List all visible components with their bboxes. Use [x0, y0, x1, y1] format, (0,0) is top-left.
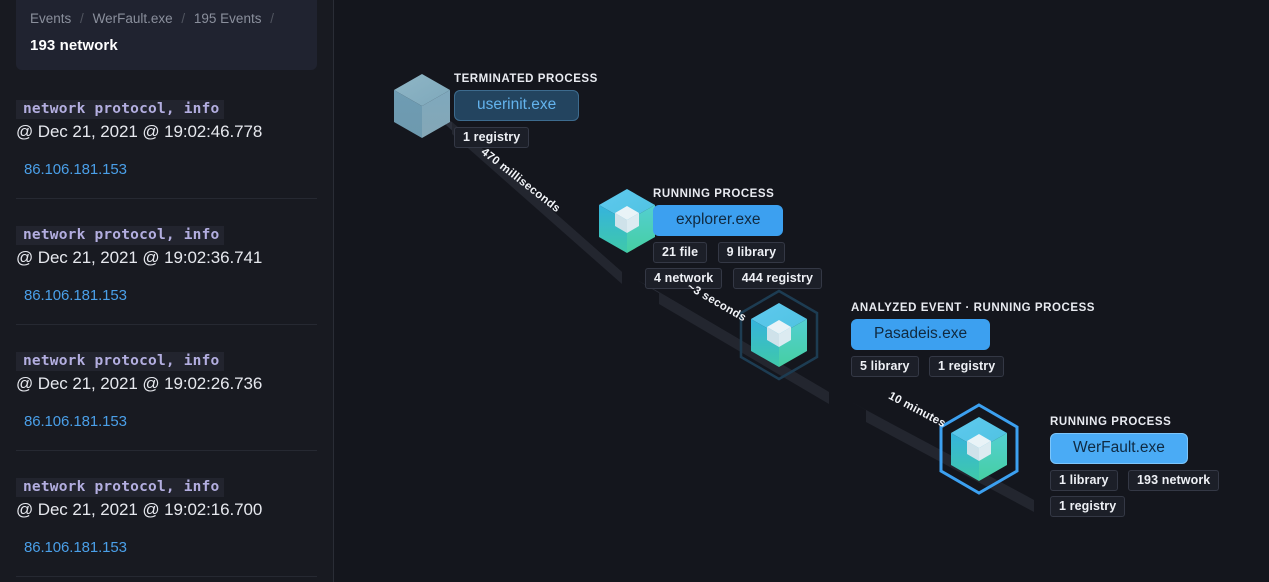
breadcrumb-item-events[interactable]: Events — [30, 11, 71, 26]
node-kind-label: RUNNING PROCESS — [1050, 416, 1172, 428]
node-name-badge[interactable]: explorer.exe — [653, 205, 784, 236]
node-werfault[interactable]: RUNNING PROCESS WerFault.exe 1 library 1… — [1050, 416, 1220, 517]
node-pasadeis[interactable]: ANALYZED EVENT · RUNNING PROCESS Pasadei… — [851, 302, 1095, 377]
list-item[interactable]: network protocol, info @ Dec 21, 2021 @ … — [16, 325, 317, 451]
node-pill[interactable]: 1 registry — [929, 356, 1005, 377]
node-name-badge[interactable]: WerFault.exe — [1050, 433, 1188, 464]
node-userinit[interactable]: TERMINATED PROCESS userinit.exe 1 regist… — [454, 73, 598, 148]
node-kind-label: RUNNING PROCESS — [653, 188, 775, 200]
process-analyzer-screen: Events / WerFault.exe / 195 Events / 193… — [0, 0, 1269, 582]
node-pill[interactable]: 1 registry — [1050, 496, 1126, 517]
breadcrumb-item-process[interactable]: WerFault.exe — [93, 11, 173, 26]
node-pill[interactable]: 1 library — [1050, 470, 1118, 491]
node-pill[interactable]: 9 library — [717, 242, 786, 263]
breadcrumb-separator: / — [181, 11, 186, 26]
event-kind-badge: network protocol, info — [16, 352, 225, 371]
list-item[interactable]: network protocol, info @ Dec 21, 2021 @ … — [16, 451, 317, 577]
node-pill-row: 5 library 1 registry — [851, 356, 1095, 377]
node-cube-explorer[interactable] — [599, 189, 655, 253]
breadcrumb-separator: / — [270, 11, 274, 26]
node-pill-row: 21 file 9 library — [653, 242, 822, 263]
event-ip-link[interactable]: 86.106.181.153 — [24, 161, 317, 178]
list-item[interactable]: network protocol, info @ Dec 21, 2021 @ … — [16, 199, 317, 325]
events-sidebar: Events / WerFault.exe / 195 Events / 193… — [0, 0, 334, 582]
node-pill[interactable]: 21 file — [653, 242, 708, 263]
node-pill[interactable]: 444 registry — [732, 268, 823, 289]
event-timestamp: @ Dec 21, 2021 @ 19:02:46.778 — [16, 122, 263, 141]
event-kind-badge: network protocol, info — [16, 226, 225, 245]
node-pill-row: 1 registry — [1050, 496, 1219, 517]
node-pill[interactable]: 193 network — [1128, 470, 1220, 491]
events-list: network protocol, info @ Dec 21, 2021 @ … — [0, 70, 333, 577]
node-pill-row: 4 network 444 registry — [645, 268, 823, 289]
breadcrumb-separator: / — [80, 11, 84, 26]
event-timestamp: @ Dec 21, 2021 @ 19:02:26.736 — [16, 374, 263, 393]
page-title: 193 network — [30, 37, 118, 54]
node-name-badge[interactable]: userinit.exe — [454, 90, 580, 121]
node-pill-row: 1 registry — [454, 127, 598, 148]
node-kind-label: TERMINATED PROCESS — [454, 73, 598, 85]
node-kind-label: ANALYZED EVENT · RUNNING PROCESS — [851, 302, 1096, 314]
node-pill[interactable]: 5 library — [851, 356, 919, 377]
node-cube-userinit[interactable] — [394, 74, 450, 138]
list-item[interactable]: network protocol, info @ Dec 21, 2021 @ … — [16, 70, 317, 199]
node-pill[interactable]: 4 network — [645, 268, 723, 289]
node-pill-row: 1 library 193 network — [1050, 470, 1220, 491]
breadcrumb-item-events-count[interactable]: 195 Events — [194, 11, 262, 26]
node-explorer[interactable]: RUNNING PROCESS explorer.exe 21 file 9 l… — [645, 188, 823, 289]
process-tree-graph[interactable]: TERMINATED PROCESS userinit.exe 1 regist… — [334, 0, 1269, 582]
node-name-badge[interactable]: Pasadeis.exe — [851, 319, 991, 350]
breadcrumb: Events / WerFault.exe / 195 Events / — [30, 10, 303, 28]
event-timestamp: @ Dec 21, 2021 @ 19:02:16.700 — [16, 500, 263, 519]
event-kind-badge: network protocol, info — [16, 478, 225, 497]
event-kind-badge: network protocol, info — [16, 100, 225, 119]
event-timestamp: @ Dec 21, 2021 @ 19:02:36.741 — [16, 248, 263, 267]
node-pill[interactable]: 1 registry — [454, 127, 530, 148]
event-ip-link[interactable]: 86.106.181.153 — [24, 287, 317, 304]
event-ip-link[interactable]: 86.106.181.153 — [24, 413, 317, 430]
sidebar-header-card: Events / WerFault.exe / 195 Events / 193… — [16, 0, 317, 70]
event-ip-link[interactable]: 86.106.181.153 — [24, 539, 317, 556]
